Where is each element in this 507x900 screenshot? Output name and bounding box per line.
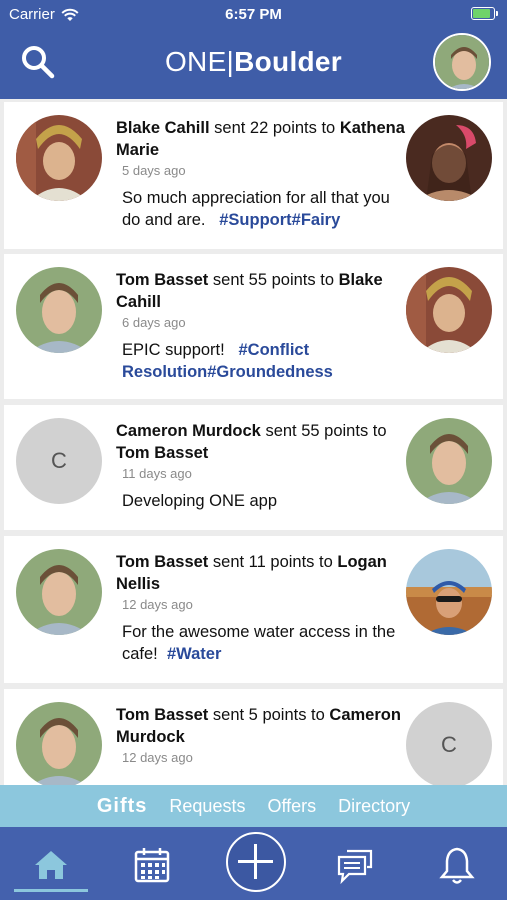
sender-avatar[interactable] [16,702,102,785]
brand-part1: ONE [164,46,227,77]
status-bar: Carrier 6:57 PM [0,0,507,30]
sender-name[interactable]: Blake Cahill [116,119,210,137]
home-icon[interactable] [31,845,71,885]
avatar-initial: C [441,732,457,757]
sender-name[interactable]: Tom Basset [116,706,208,724]
category-tabs: Gifts Requests Offers Directory [0,785,507,827]
timestamp: 12 days ago [122,597,193,612]
sender-avatar[interactable]: C [16,418,102,504]
feed-card[interactable]: Tom Basset sent 55 points to Blake Cahil… [4,254,503,399]
hashtag-link[interactable]: #Water [167,645,221,663]
feed-card[interactable]: C Cameron Murdock sent 55 points to Tom … [4,405,503,530]
avatar-initial: C [51,448,67,473]
feed-headline: Tom Basset sent 55 points to Blake Cahil… [116,269,406,313]
recipient-avatar[interactable] [406,549,492,635]
timestamp: 12 days ago [122,750,193,765]
tab-offers[interactable]: Offers [267,796,316,817]
bell-icon[interactable] [437,845,477,885]
sender-avatar[interactable] [16,115,102,201]
recipient-avatar[interactable] [406,418,492,504]
sent-text: sent 55 points to [265,422,387,440]
feed-card[interactable]: Tom Basset sent 11 points to Logan Nelli… [4,536,503,683]
bottom-tab-bar [0,827,507,900]
status-time: 6:57 PM [225,6,282,23]
feed-headline: Tom Basset sent 11 points to Logan Nelli… [116,551,406,595]
hashtag-link[interactable]: #Support#Fairy [219,211,340,229]
brand-part2: Boulder [234,46,343,77]
plus-icon[interactable] [226,832,286,892]
app-header: Carrier 6:57 PM ONE|Boulder [0,0,507,99]
timestamp: 6 days ago [122,315,186,330]
feed-message: EPIC support! #Conflict Resolution#Groun… [122,339,406,383]
battery-icon [471,7,498,20]
recipient-avatar[interactable]: C [406,702,492,785]
recipient-avatar[interactable] [406,267,492,353]
feed-message: For the awesome water access in the cafe… [122,621,406,665]
sent-text: sent 22 points to [214,119,336,137]
sent-text: sent 5 points to [212,706,325,724]
feed-headline: Cameron Murdock sent 55 points to Tom Ba… [116,420,406,464]
feed-message: So much appreciation for all that you do… [122,187,406,231]
tab-gifts[interactable]: Gifts [97,795,148,818]
sender-avatar[interactable] [16,267,102,353]
tab-directory[interactable]: Directory [338,796,410,817]
tab-requests[interactable]: Requests [169,796,245,817]
calendar-icon[interactable] [132,845,172,885]
profile-avatar[interactable] [433,33,491,91]
feed-card[interactable]: Tom Basset sent 5 points to Cameron Murd… [4,689,503,785]
sender-avatar[interactable] [16,549,102,635]
sender-name[interactable]: Tom Basset [116,271,208,289]
timestamp: 11 days ago [122,466,192,481]
feed-headline: Blake Cahill sent 22 points to Kathena M… [116,117,406,161]
recipient-avatar[interactable] [406,115,492,201]
sender-name[interactable]: Tom Basset [116,553,208,571]
message-text: For the awesome water access in the cafe… [122,623,396,663]
feed-message: Developing ONE app [122,490,406,512]
recipient-name[interactable]: Tom Basset [116,444,208,462]
brand-separator: | [226,46,235,77]
message-text: EPIC support! [122,341,225,359]
points-feed[interactable]: Blake Cahill sent 22 points to Kathena M… [0,99,507,785]
timestamp: 5 days ago [122,163,186,178]
sender-name[interactable]: Cameron Murdock [116,422,261,440]
feed-headline: Tom Basset sent 5 points to Cameron Murd… [116,704,406,748]
active-tab-indicator [14,889,88,892]
app-title: ONE|Boulder [0,46,507,78]
message-text: Developing ONE app [122,492,278,510]
sent-text: sent 11 points to [212,553,333,571]
feed-card[interactable]: Blake Cahill sent 22 points to Kathena M… [4,102,503,249]
chat-icon[interactable] [335,845,375,885]
sent-text: sent 55 points to [212,271,334,289]
